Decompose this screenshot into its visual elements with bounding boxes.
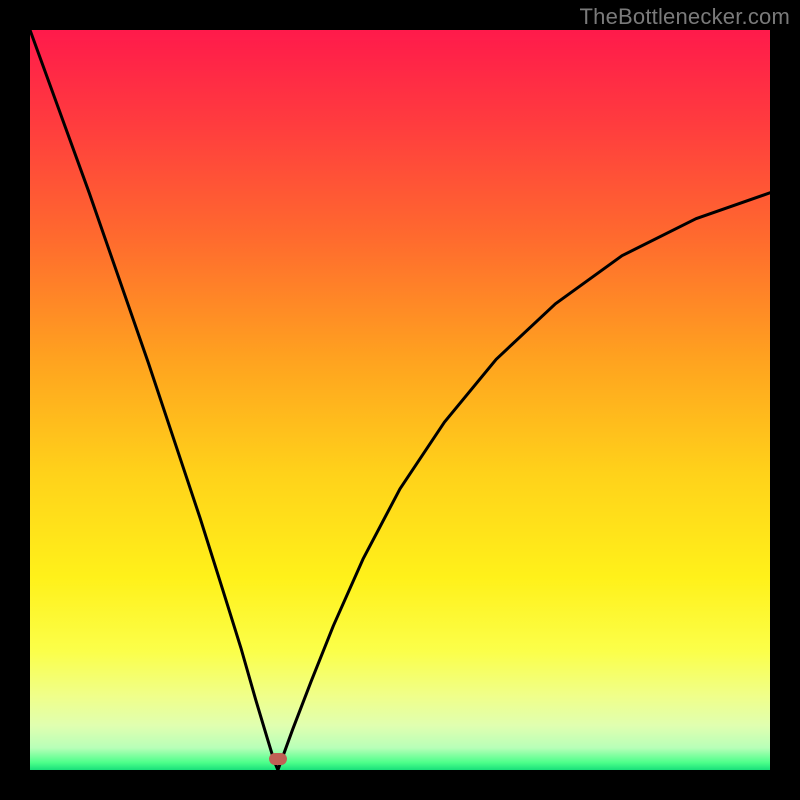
- plot-area: [30, 30, 770, 770]
- curve-path: [30, 30, 770, 770]
- optimal-point-marker: [269, 753, 287, 765]
- bottleneck-curve: [30, 30, 770, 770]
- chart-frame: TheBottlenecker.com: [0, 0, 800, 800]
- watermark-text: TheBottlenecker.com: [580, 4, 790, 30]
